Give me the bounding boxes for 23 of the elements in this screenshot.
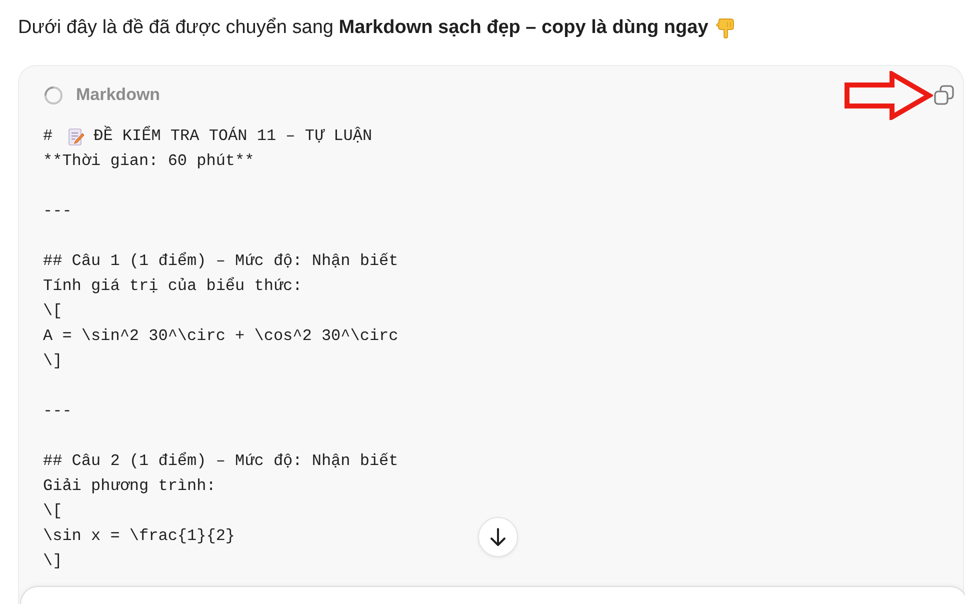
intro-text: Dưới đây là đề đã được chuyển sang Markdown sạch đẹp – copy là dùng ngay xyxy=(18,16,708,40)
code-line: \[ xyxy=(43,301,62,322)
code-line: ## Câu 2 (1 điểm) – Mức độ: Nhận biết xyxy=(43,451,398,472)
code-heading: ĐỀ KIỂM TRA TOÁN 11 – TỰ LUẬN xyxy=(94,124,372,147)
code-line: Giải phương trình: xyxy=(43,476,216,497)
code-line: Tính giá trị của biểu thức: xyxy=(43,276,302,297)
code-line: ## Câu 1 (1 điểm) – Mức độ: Nhận biết xyxy=(43,251,398,272)
copy-icon xyxy=(934,85,954,105)
code-line: \sin x = \frac{1}{2} xyxy=(43,526,236,547)
code-line: --- xyxy=(43,401,72,422)
code-line: A = \sin^2 30^\circ + \cos^2 30^\circ xyxy=(43,326,398,347)
code-line: \] xyxy=(43,551,62,572)
heading-marker: # xyxy=(43,126,53,147)
chat-input-field[interactable] xyxy=(20,586,965,604)
spinner-icon xyxy=(44,86,63,104)
memo-icon xyxy=(68,128,84,146)
code-line: **Thời gian: 60 phút** xyxy=(43,151,254,172)
code-line: \] xyxy=(43,351,62,372)
code-language-label: Markdown xyxy=(76,85,160,105)
hand-pointing-down-icon xyxy=(716,18,736,38)
code-line: --- xyxy=(43,201,72,222)
copy-button[interactable] xyxy=(933,84,955,106)
code-line: \[ xyxy=(43,501,62,522)
